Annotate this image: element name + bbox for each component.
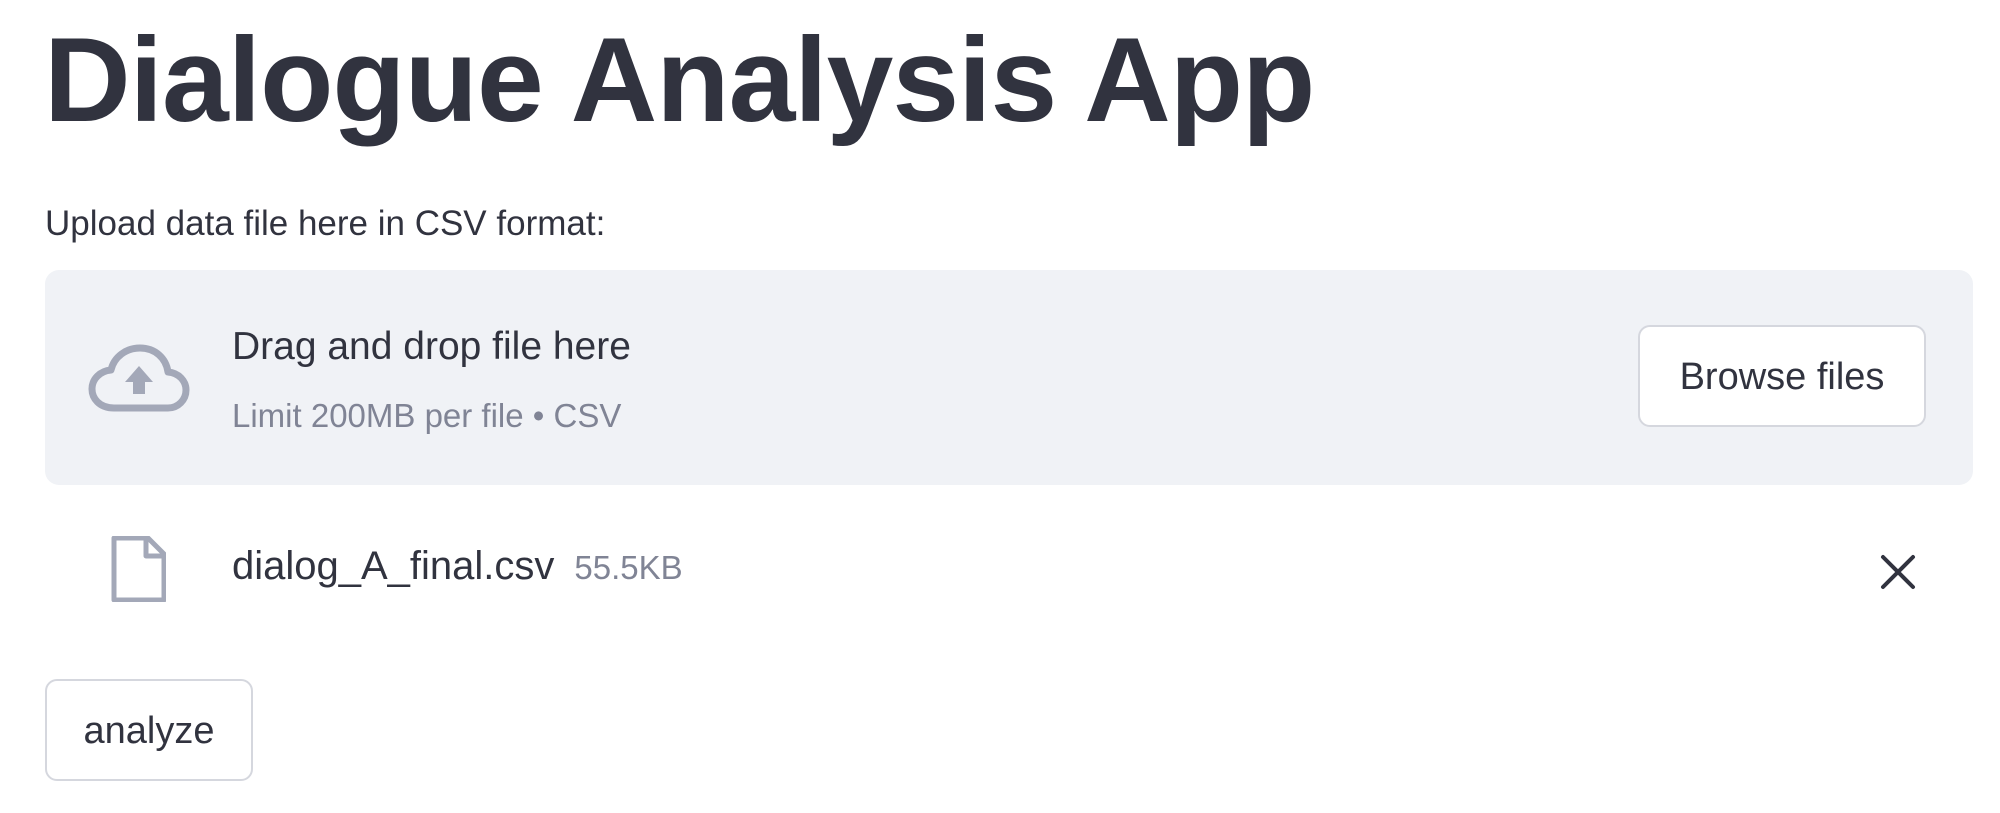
file-size: 55.5KB (574, 549, 683, 586)
file-icon (111, 536, 166, 602)
upload-label: Upload data file here in CSV format: (45, 204, 606, 243)
dropzone-subtitle: Limit 200MB per file • CSV (232, 397, 622, 434)
file-name: dialog_A_final.csv (232, 544, 555, 588)
dropzone-title: Drag and drop file here (232, 325, 631, 368)
browse-files-button[interactable]: Browse files (1638, 325, 1926, 427)
analyze-button[interactable]: analyze (45, 679, 253, 781)
uploaded-file: dialog_A_final.csv 55.5KB (232, 538, 683, 596)
cloud-upload-icon (88, 344, 190, 412)
page-title: Dialogue Analysis App (44, 13, 1315, 147)
close-icon[interactable] (1878, 552, 1918, 592)
